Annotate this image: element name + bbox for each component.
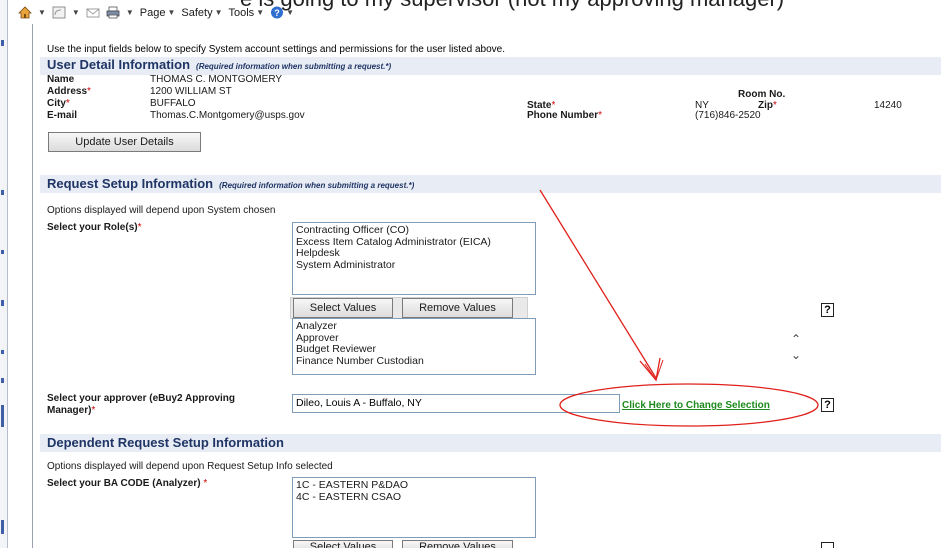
user-detail-title: User Detail Information (Required informa… (47, 57, 392, 72)
selected-roles-listbox[interactable]: Analyzer Approver Budget Reviewer Financ… (292, 318, 536, 375)
ba-code-listbox[interactable]: 1C - EASTERN P&DAO 4C - EASTERN CSAO (292, 477, 536, 538)
svg-text:?: ? (274, 8, 280, 18)
help-menu[interactable]: ? ▼ (270, 6, 294, 19)
list-item[interactable]: 1C - EASTERN P&DAO (296, 479, 532, 492)
cut-off-caption: e is going to my supervisor (not my appr… (240, 0, 784, 12)
mail-icon[interactable] (86, 6, 100, 19)
list-item[interactable]: System Administrator (296, 259, 532, 272)
chevron-up-icon[interactable]: ⌃ (789, 331, 803, 347)
ba-code-label: Select your BA CODE (Analyzer) * (47, 478, 208, 489)
request-setup-title: Request Setup Information (Required infor… (47, 176, 415, 191)
feeds-icon[interactable] (52, 6, 66, 19)
address-label: Address* (47, 86, 91, 97)
role-label: Select your Role(s)* (47, 222, 142, 233)
page-border (32, 24, 33, 548)
approver-label-line1: Select your approver (eBuy2 Approving (47, 393, 236, 404)
dependent-options-text: Options displayed will depend upon Reque… (47, 461, 333, 472)
tools-menu[interactable]: Tools ▼ (229, 7, 265, 19)
safety-menu[interactable]: Safety ▼ (181, 7, 222, 19)
list-item[interactable]: Analyzer (296, 320, 532, 333)
list-item[interactable]: Budget Reviewer (296, 343, 532, 356)
remove-values-button[interactable]: Remove Values (402, 298, 513, 318)
intro-text: Use the input fields below to specify Sy… (47, 44, 506, 55)
required-note: (Required information when submitting a … (219, 181, 415, 190)
home-icon[interactable] (18, 6, 32, 19)
city-value: BUFFALO (150, 98, 196, 109)
ba-select-values-button[interactable]: Select Values (293, 540, 393, 548)
approver-input[interactable]: Dileo, Louis A - Buffalo, NY (292, 394, 620, 413)
zip-value: 14240 (874, 100, 902, 111)
dependent-setup-title: Dependent Request Setup Information (47, 435, 284, 450)
chevron-down-icon[interactable]: ⌄ (789, 347, 803, 363)
help-icon: ? (270, 6, 284, 19)
annotation-arrowhead-outline (644, 359, 664, 382)
email-value: Thomas.C.Montgomery@usps.gov (150, 110, 305, 121)
list-item[interactable]: Contracting Officer (CO) (296, 224, 532, 237)
phone-value: (716)846-2520 (695, 110, 761, 121)
name-value: THOMAS C. MONTGOMERY (150, 74, 283, 85)
phone-label: Phone Number* (527, 110, 603, 121)
page-menu[interactable]: Page ▼ (140, 7, 176, 19)
annotation-arrow-line (539, 189, 657, 379)
select-values-button[interactable]: Select Values (293, 298, 393, 318)
list-item[interactable]: Finance Number Custodian (296, 355, 532, 368)
address-value: 1200 WILLIAM ST (150, 86, 232, 97)
available-roles-listbox[interactable]: Contracting Officer (CO) Excess Item Cat… (292, 222, 536, 295)
command-bar-row: ▼ ▼ ▼ Page ▼ Safety ▼ Tools ▼ ? ▼ (18, 6, 294, 19)
approver-help-icon[interactable]: ? (821, 398, 834, 412)
annotation-arrowhead (639, 357, 661, 382)
list-item[interactable]: 4C - EASTERN CSAO (296, 491, 532, 504)
ba-help-icon[interactable] (821, 542, 834, 548)
name-label: Name (47, 74, 75, 85)
dropdown-arrow-icon[interactable]: ▼ (72, 8, 80, 17)
change-selection-link[interactable]: Click Here to Change Selection (622, 400, 770, 411)
update-user-details-button[interactable]: Update User Details (48, 132, 201, 152)
city-label: City* (47, 98, 70, 109)
browser-frame-edge (0, 0, 8, 548)
options-text: Options displayed will depend upon Syste… (47, 205, 276, 216)
role-help-icon[interactable]: ? (821, 303, 834, 317)
browser-command-bar: e is going to my supervisor (not my appr… (8, 0, 941, 24)
print-icon[interactable] (106, 6, 120, 19)
ba-remove-values-button[interactable]: Remove Values (402, 540, 513, 548)
email-label: E-mail (47, 110, 78, 121)
list-item[interactable]: Helpdesk (296, 247, 532, 260)
dropdown-arrow-icon[interactable]: ▼ (38, 8, 46, 17)
approver-label-line2: Manager)* (47, 405, 96, 416)
dropdown-arrow-icon[interactable]: ▼ (126, 8, 134, 17)
required-note: (Required information when submitting a … (196, 62, 392, 71)
room-label: Room No. (738, 89, 786, 100)
